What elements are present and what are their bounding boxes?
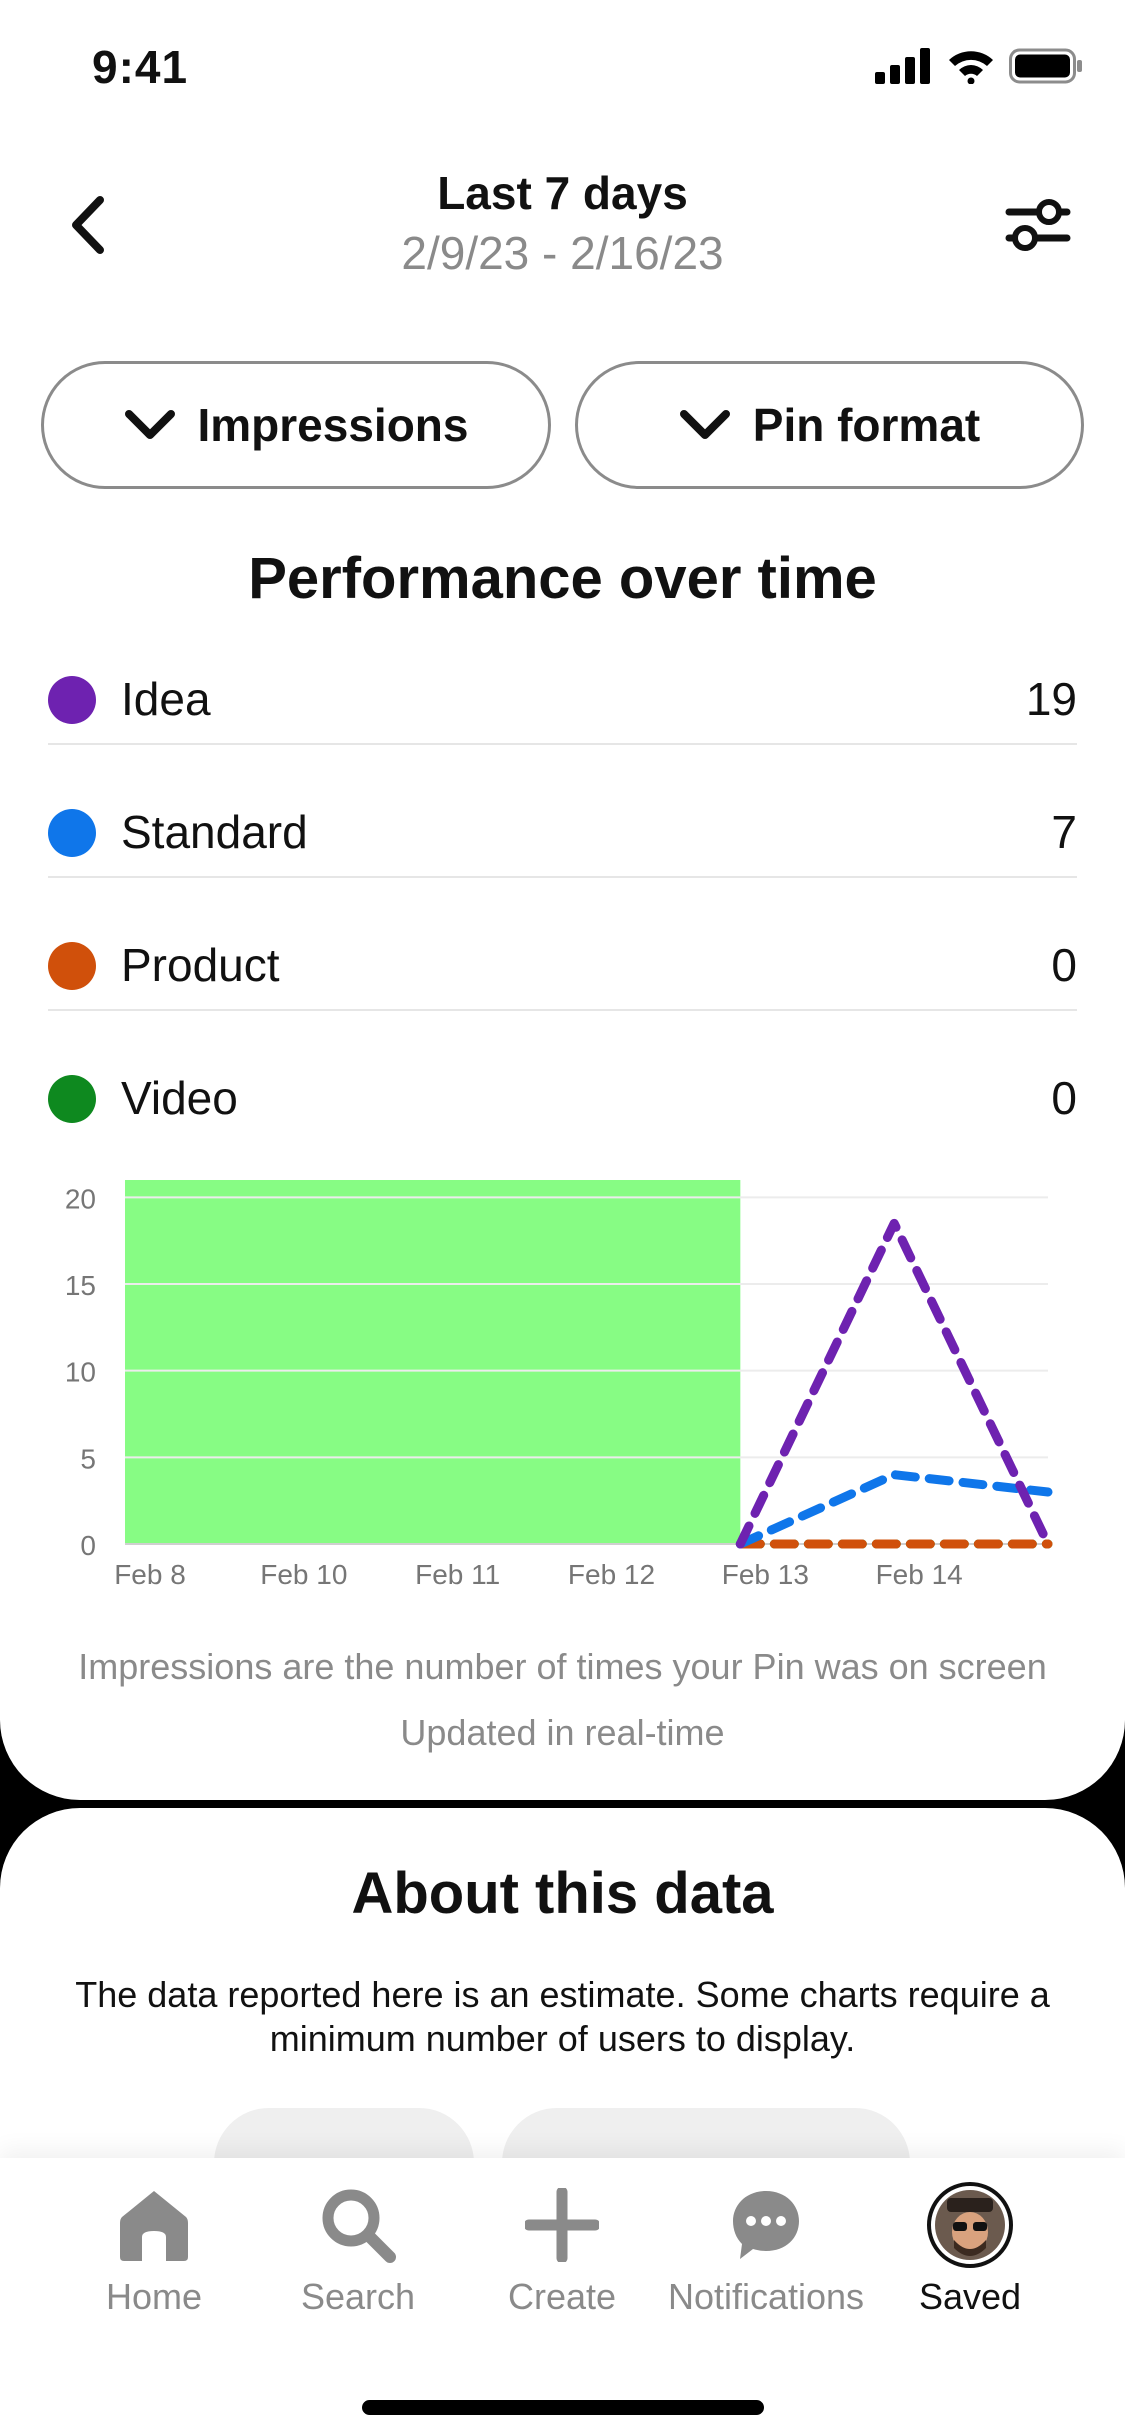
tab-search[interactable]: Search: [258, 2180, 458, 2318]
tab-notifications[interactable]: Notifications: [666, 2180, 866, 2318]
status-icons: [875, 48, 1083, 84]
y-tick-label: 5: [80, 1443, 96, 1474]
divider: [48, 876, 1077, 878]
chevron-down-icon: [679, 410, 730, 439]
series-line-idea: [735, 1218, 1053, 1549]
plus-icon: [525, 2188, 599, 2262]
y-tick-label: 10: [65, 1357, 96, 1388]
tab-create[interactable]: Create: [462, 2180, 662, 2318]
legend-color-dot: [48, 809, 96, 857]
tab-label: Search: [300, 2276, 416, 2317]
y-tick-label: 20: [65, 1183, 96, 1214]
updated-note: Updated in real-time: [400, 1712, 725, 1753]
divider: [48, 743, 1077, 745]
cellular-signal-icon: [875, 48, 930, 84]
search-icon: [322, 2189, 396, 2263]
legend-value: 19: [1025, 673, 1077, 725]
pin-format-dropdown[interactable]: Pin format: [575, 361, 1084, 489]
section-title: Performance over time: [248, 546, 877, 611]
chevron-down-icon: [124, 410, 175, 439]
performance-chart[interactable]: 0 5 10 15 20 Feb 8 Feb 10 Feb 11 Feb 12 Feb 13 Feb…: [40, 1150, 1080, 1600]
x-tick-label: Feb 13: [722, 1559, 809, 1590]
legend-row-idea[interactable]: Idea 19: [48, 650, 1077, 782]
legend-label: Product: [121, 939, 280, 991]
date-range-subtitle: 2/9/23 - 2/16/23: [401, 227, 724, 279]
pin-format-dropdown-label: Pin format: [752, 399, 981, 451]
metric-dropdown-label: Impressions: [197, 399, 469, 451]
legend-color-dot: [48, 942, 96, 990]
tab-label: Notifications: [667, 2276, 865, 2317]
home-icon: [120, 2191, 188, 2261]
legend-value: 0: [1051, 939, 1077, 991]
analytics-card: 9:41 Last 7 days 2/9/23 - 2/16/23 Impres…: [0, 0, 1125, 1800]
legend-label: Idea: [121, 673, 211, 725]
legend-row-product[interactable]: Product 0: [48, 916, 1077, 1048]
date-range-title: Last 7 days: [437, 167, 688, 219]
metric-dropdown[interactable]: Impressions: [41, 361, 551, 489]
status-time: 9:41: [92, 41, 189, 93]
x-tick-label: Feb 8: [114, 1559, 186, 1590]
legend-value: 0: [1051, 1072, 1077, 1124]
highlight-band: [125, 1180, 741, 1544]
chat-bubble-icon: [733, 2191, 799, 2259]
battery-icon: [1009, 48, 1082, 84]
x-tick-label: Feb 10: [260, 1559, 347, 1590]
bottom-tab-bar: Home Search Create Notifications Saved: [0, 2158, 1125, 2436]
home-indicator: [362, 2400, 764, 2415]
avatar: [927, 2182, 1013, 2268]
tab-label: Create: [507, 2276, 617, 2317]
tab-label: Home: [105, 2276, 203, 2317]
tab-saved[interactable]: Saved: [870, 2180, 1070, 2318]
x-tick-label: Feb 14: [876, 1559, 963, 1590]
legend-row-standard[interactable]: Standard 7: [48, 783, 1077, 915]
y-tick-label: 15: [65, 1270, 96, 1301]
legend-value: 7: [1051, 806, 1077, 858]
legend-color-dot: [48, 676, 96, 724]
about-text: The data reported here is an estimate. S…: [75, 1974, 1050, 2059]
filter-sliders-icon[interactable]: [1003, 190, 1073, 260]
legend-label: Standard: [121, 806, 308, 858]
tab-home[interactable]: Home: [54, 2180, 254, 2318]
impressions-definition: Impressions are the number of times your…: [78, 1646, 1047, 1687]
x-tick-label: Feb 12: [568, 1559, 655, 1590]
tab-label: Saved: [918, 2276, 1022, 2317]
y-tick-label: 0: [80, 1530, 96, 1561]
divider: [48, 1009, 1077, 1011]
series-line-standard: [735, 1470, 1053, 1549]
x-tick-label: Feb 11: [415, 1559, 500, 1590]
legend-label: Video: [121, 1072, 238, 1124]
wifi-icon: [949, 51, 993, 84]
about-title: About this data: [351, 1861, 774, 1926]
legend-color-dot: [48, 1075, 96, 1123]
